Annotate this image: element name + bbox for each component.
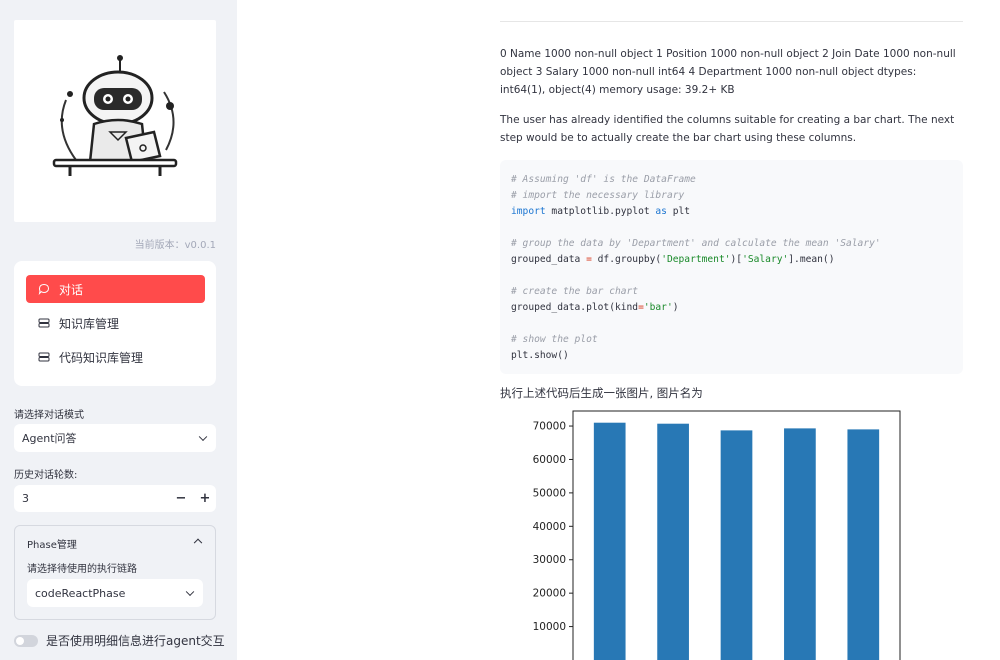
divider: [500, 21, 963, 22]
y-tick-label: 40000: [533, 521, 566, 533]
y-tick-label: 50000: [533, 487, 566, 499]
phase-expander: Phase管理 请选择待使用的执行链路 codeReactPhase: [14, 525, 216, 620]
code-line: # import the necessary library: [511, 190, 685, 201]
y-tick-label: 10000: [533, 621, 566, 633]
assistant-note-text: The user has already identified the colu…: [500, 114, 955, 144]
code-line: plt.show(): [511, 350, 569, 361]
chart-bar: [657, 423, 689, 660]
detail-toggle-row: 是否使用明细信息进行agent交互: [14, 632, 225, 649]
code-line: # create the bar chart: [511, 286, 639, 297]
code-line: # group the data by 'Department' and cal…: [511, 238, 881, 249]
sidebar: 当前版本：v0.0.1 对话 知识库管理 代码知识库管理 请选择对话模式 Age…: [0, 0, 237, 660]
nav-item-label: 知识库管理: [59, 316, 120, 331]
version-label: 当前版本：v0.0.1: [134, 240, 216, 251]
chevron-down-icon: [185, 587, 195, 597]
robot-logo-icon: [52, 55, 178, 176]
code-line: # show the plot: [511, 334, 598, 345]
chat-icon: [38, 283, 50, 296]
y-tick-label: 60000: [533, 454, 566, 466]
nav-item-code-knowledge-base[interactable]: 代码知识库管理: [26, 343, 205, 371]
phase-expander-title[interactable]: Phase管理: [27, 536, 77, 551]
chevron-down-icon: [198, 432, 208, 442]
history-label: 历史对话轮数:: [14, 470, 78, 481]
detail-toggle[interactable]: [14, 634, 38, 647]
bar-chart: 10000 20000 30000 40000 50000 60000 70000: [533, 410, 901, 660]
chart-bar: [784, 428, 816, 660]
database-icon: [38, 317, 50, 329]
nav-item-chat[interactable]: 对话: [26, 275, 205, 303]
chart-bar: [720, 430, 753, 660]
database-icon: [38, 351, 50, 363]
y-tick-label: 20000: [533, 588, 566, 600]
nav-item-knowledge-base[interactable]: 知识库管理: [26, 309, 205, 337]
chevron-up-icon[interactable]: [193, 538, 203, 548]
image-caption: 执行上述代码后生成一张图片, 图片名为: [500, 386, 703, 400]
code-line: import matplotlib.pyplot as plt: [511, 206, 691, 217]
history-number-input[interactable]: 3 − +: [14, 485, 216, 512]
increment-button[interactable]: +: [194, 485, 216, 512]
y-tick-label: 70000: [533, 421, 566, 433]
chart-bar: [593, 422, 626, 660]
nav-item-label: 代码知识库管理: [59, 350, 144, 365]
code-line: grouped_data.plot(kind='bar'): [511, 302, 679, 313]
y-tick-label: 30000: [533, 554, 566, 566]
chart-bar: [847, 429, 880, 660]
history-value: 3: [22, 492, 29, 505]
decrement-button[interactable]: −: [170, 485, 192, 512]
nav-menu: 对话 知识库管理 代码知识库管理: [14, 261, 216, 386]
mode-select-value: Agent问答: [22, 432, 77, 445]
logo-card: [14, 20, 216, 222]
mode-select[interactable]: Agent问答: [14, 424, 216, 452]
code-block: # Assuming 'df' is the DataFrame # impor…: [500, 160, 963, 374]
chain-select-value: codeReactPhase: [35, 586, 126, 600]
detail-toggle-label: 是否使用明细信息进行agent交互: [46, 634, 225, 648]
code-line: grouped_data = df.groupby('Department')[…: [511, 254, 835, 265]
nav-item-label: 对话: [59, 282, 84, 297]
mode-label: 请选择对话模式: [14, 410, 84, 421]
code-line: # Assuming 'df' is the DataFrame: [511, 174, 696, 185]
chain-label: 请选择待使用的执行链路: [27, 564, 137, 575]
dataframe-info-text: 0 Name 1000 non-null object 1 Position 1…: [500, 48, 956, 96]
chain-select[interactable]: codeReactPhase: [27, 579, 203, 607]
